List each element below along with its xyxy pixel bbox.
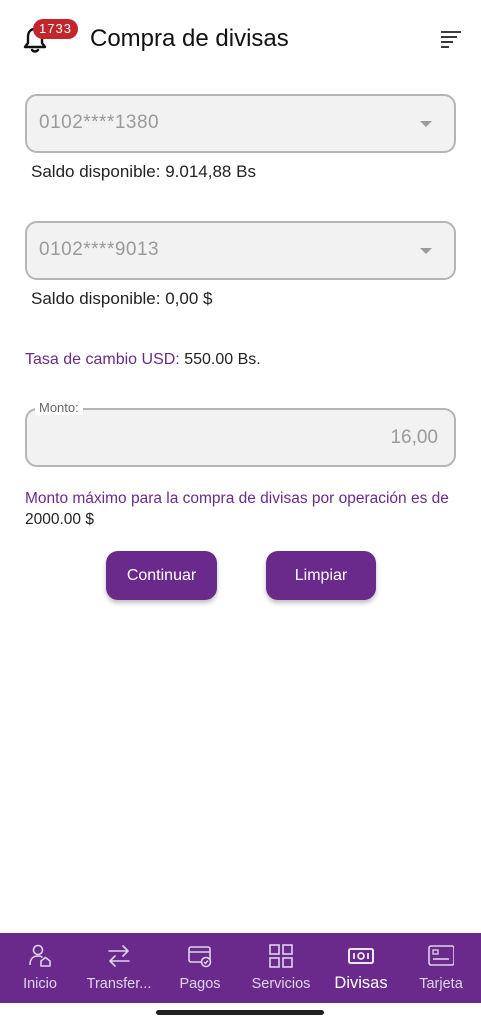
nav-label-tarjeta: Tarjeta: [419, 976, 463, 992]
clear-button[interactable]: Limpiar: [266, 551, 376, 600]
nav-label-pagos: Pagos: [179, 976, 221, 992]
origin-account-value: 0102****1380: [39, 112, 160, 133]
exchange-rate-value: 550.00 Bs.: [184, 351, 261, 368]
nav-label-inicio: Inicio: [23, 976, 57, 992]
amount-label: Monto:: [35, 400, 83, 415]
nav-item-inicio[interactable]: Inicio: [8, 933, 72, 1003]
destination-account-value: 0102****9013: [39, 239, 160, 260]
nav-label-divisas: Divisas: [334, 974, 388, 992]
destination-account-select[interactable]: 0102****9013: [25, 221, 456, 280]
destination-balance: Saldo disponible: 0,00 $: [31, 289, 213, 308]
menu-icon[interactable]: [440, 30, 462, 48]
nav-item-servicios[interactable]: Servicios: [246, 933, 316, 1003]
payment-card-icon: [188, 946, 212, 968]
origin-account-select[interactable]: 0102****1380: [25, 94, 456, 153]
max-amount-text: Monto máximo para la compra de divisas p…: [25, 490, 449, 507]
nav-label-servicios: Servicios: [251, 976, 311, 992]
home-user-icon: [29, 944, 51, 967]
home-indicator[interactable]: [156, 1010, 324, 1015]
max-amount-value: 2000.00 $: [25, 511, 94, 528]
grid-icon: [269, 944, 293, 968]
notification-badge: 1733: [33, 19, 78, 39]
amount-field[interactable]: Monto: 16,00: [25, 400, 456, 467]
nav-item-tarjeta[interactable]: Tarjeta: [408, 933, 474, 1003]
nav-item-divisas[interactable]: Divisas: [328, 933, 394, 1003]
bottom-nav: Inicio Transfer... Pagos Servicios Divis…: [0, 933, 481, 1003]
exchange-rate: Tasa de cambio USD: 550.00 Bs.: [25, 351, 261, 369]
card-icon: [428, 945, 454, 966]
origin-balance: Saldo disponible: 9.014,88 Bs: [31, 162, 256, 181]
exchange-rate-label: Tasa de cambio USD:: [25, 351, 180, 368]
chevron-down-icon: [420, 248, 432, 254]
nav-item-pagos[interactable]: Pagos: [168, 933, 232, 1003]
max-amount-note: Monto máximo para la compra de divisas p…: [25, 488, 465, 530]
app-header: 1733 Compra de divisas: [0, 0, 481, 80]
banknote-icon: [348, 948, 374, 964]
transfer-arrows-icon: [108, 945, 130, 967]
nav-item-transferencias[interactable]: Transfer...: [80, 933, 158, 1003]
chevron-down-icon: [420, 121, 432, 127]
page-title: Compra de divisas: [90, 25, 289, 52]
continue-button[interactable]: Continuar: [106, 551, 217, 600]
nav-label-transferencias: Transfer...: [86, 976, 152, 992]
amount-value[interactable]: 16,00: [390, 427, 438, 449]
